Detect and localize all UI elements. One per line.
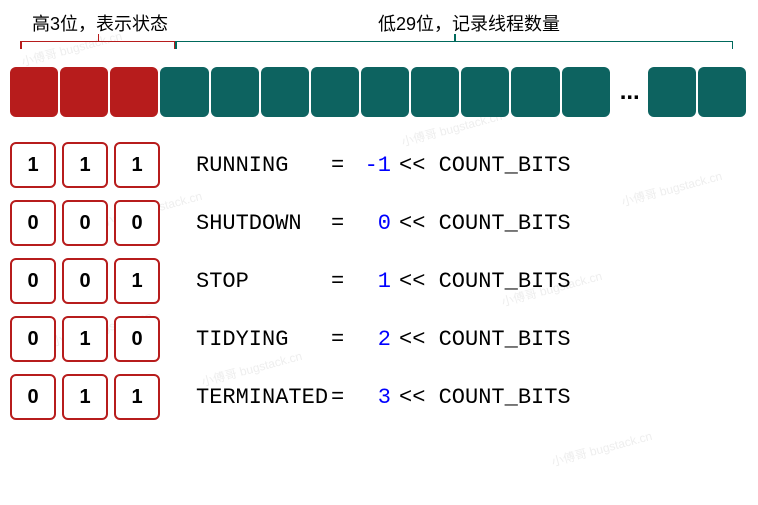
state-suffix: << COUNT_BITS (399, 385, 571, 410)
state-row: 011TERMINATED=3<< COUNT_BITS (10, 374, 748, 420)
state-name: STOP (196, 269, 331, 294)
state-row: 000SHUTDOWN=0<< COUNT_BITS (10, 200, 748, 246)
state-name: SHUTDOWN (196, 211, 331, 236)
bit-low (562, 67, 610, 117)
brace-high-icon (20, 41, 175, 51)
state-suffix: << COUNT_BITS (399, 269, 571, 294)
bit-cell: 0 (62, 258, 108, 304)
state-value: 1 (356, 269, 391, 294)
state-expression: TIDYING=2 << COUNT_BITS (196, 327, 571, 352)
bit-high (110, 67, 158, 117)
bit-cell: 0 (114, 200, 160, 246)
state-name: TERMINATED (196, 385, 331, 410)
state-expression: TERMINATED=3 << COUNT_BITS (196, 385, 571, 410)
state-value: 0 (356, 211, 391, 236)
bit-low (261, 67, 309, 117)
bit-cell: 1 (114, 142, 160, 188)
state-row: 111RUNNING=-1<< COUNT_BITS (10, 142, 748, 188)
bit-cell: 0 (62, 200, 108, 246)
bit-low (211, 67, 259, 117)
state-row: 010 TIDYING=2 << COUNT_BITS (10, 316, 748, 362)
bit-cell: 0 (10, 258, 56, 304)
bit-layout-row: ... (10, 67, 748, 117)
bit-high (10, 67, 58, 117)
bit-cell: 0 (10, 374, 56, 420)
equals-sign: = (331, 211, 356, 236)
bit-low (648, 67, 696, 117)
equals-sign: = (331, 269, 356, 294)
state-suffix: << COUNT_BITS (399, 153, 571, 178)
equals-sign: = (331, 385, 356, 410)
brace-row (10, 41, 748, 59)
bit-low (698, 67, 746, 117)
bit-low (160, 67, 208, 117)
state-row: 001STOP=1<< COUNT_BITS (10, 258, 748, 304)
state-value: 2 (356, 327, 391, 352)
state-suffix: << COUNT_BITS (399, 211, 571, 236)
bit-low (361, 67, 409, 117)
bit-cell: 0 (114, 316, 160, 362)
bit-cell: 1 (62, 316, 108, 362)
bit-low (311, 67, 359, 117)
bit-low (461, 67, 509, 117)
bit-cell: 0 (10, 316, 56, 362)
bit-cell: 0 (10, 200, 56, 246)
state-suffix: << COUNT_BITS (399, 327, 571, 352)
equals-sign: = (331, 327, 356, 352)
state-expression: RUNNING=-1 << COUNT_BITS (196, 153, 571, 178)
bit-low (411, 67, 459, 117)
state-expression: STOP=1 << COUNT_BITS (196, 269, 571, 294)
state-name: RUNNING (196, 153, 331, 178)
label-high-bits: 高3位，表示状态 (10, 10, 190, 36)
state-name: TIDYING (196, 327, 331, 352)
equals-sign: = (331, 153, 356, 178)
bit-high (60, 67, 108, 117)
bit-cell: 1 (10, 142, 56, 188)
ellipsis-icon: ... (620, 78, 640, 106)
label-low-bits: 低29位，记录线程数量 (190, 10, 748, 36)
bit-cell: 1 (114, 258, 160, 304)
watermark: 小傅哥 bugstack.cn (550, 427, 654, 470)
state-value: -1 (356, 153, 391, 178)
bit-low (511, 67, 559, 117)
state-value: 3 (356, 385, 391, 410)
bit-cell: 1 (62, 142, 108, 188)
bit-cell: 1 (114, 374, 160, 420)
bit-cell: 1 (62, 374, 108, 420)
state-expression: SHUTDOWN=0 << COUNT_BITS (196, 211, 571, 236)
header-labels: 高3位，表示状态 低29位，记录线程数量 (10, 10, 748, 36)
brace-low-icon (175, 41, 733, 51)
